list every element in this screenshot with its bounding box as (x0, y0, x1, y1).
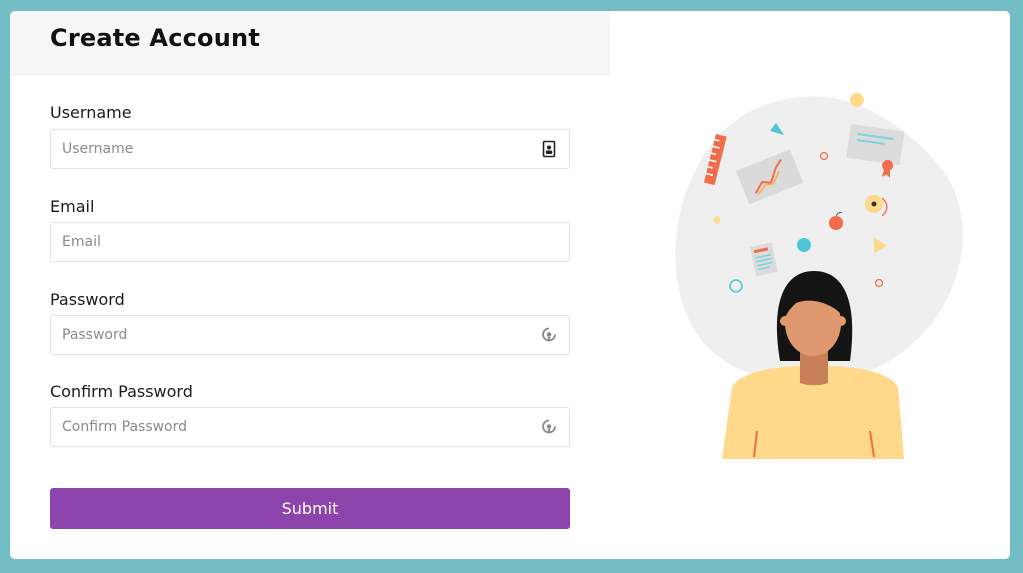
student-illustration (675, 93, 963, 459)
password-label: Password (50, 290, 125, 309)
confirm-password-field[interactable] (50, 407, 570, 447)
email-field[interactable] (50, 222, 570, 262)
password-eye-icon[interactable] (541, 326, 557, 344)
form-panel: Create Account Username Email Password (10, 11, 610, 559)
username-label: Username (50, 103, 132, 122)
illustration-panel (610, 11, 1010, 559)
username-field[interactable] (50, 129, 570, 169)
email-input[interactable] (62, 223, 522, 260)
dot-shape (713, 216, 721, 224)
submit-button[interactable]: Submit (50, 488, 570, 529)
contact-card-icon (542, 140, 556, 158)
dot-shape (797, 238, 811, 252)
password-field[interactable] (50, 315, 570, 355)
email-label: Email (50, 197, 95, 216)
confirm-password-label: Confirm Password (50, 382, 193, 401)
dot-shape (850, 93, 864, 107)
page-title: Create Account (50, 24, 260, 52)
password-input[interactable] (62, 316, 522, 353)
signup-card: Create Account Username Email Password (10, 11, 1010, 559)
username-input[interactable] (62, 130, 522, 167)
password-eye-icon[interactable] (541, 418, 557, 436)
confirm-password-input[interactable] (62, 408, 522, 445)
